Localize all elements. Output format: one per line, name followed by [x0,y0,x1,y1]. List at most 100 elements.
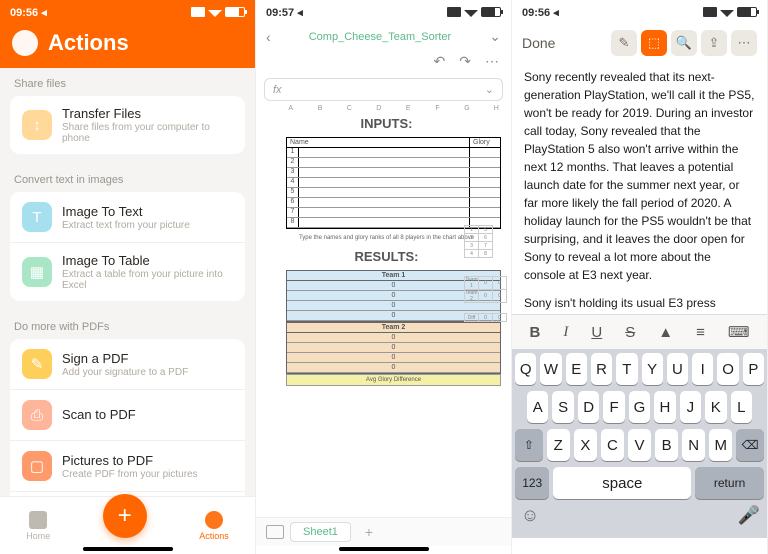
key-o[interactable]: O [717,353,738,385]
item-sub: Extract text from your picture [62,220,190,231]
formula-bar[interactable]: fx ⌄ [264,78,503,101]
key-l[interactable]: L [731,391,752,423]
item-icon: ▦ [22,257,52,287]
add-button[interactable]: + [103,494,147,538]
nav-actions[interactable]: Actions [199,511,229,541]
action-item[interactable]: ⎙Scan to PDF [10,389,245,440]
fx-label: fx [273,84,282,96]
emoji-key[interactable]: ☺ [515,505,545,526]
key-a[interactable]: A [527,391,548,423]
format-bar: B I U S ▲ ≡ ⌨ [512,314,767,349]
key-x[interactable]: X [574,429,597,461]
key-e[interactable]: E [566,353,587,385]
section-header: Share files [0,68,255,96]
underline-button[interactable]: U [591,324,602,341]
avatar[interactable] [12,30,38,56]
table-row[interactable]: 5 [287,188,500,198]
status-icons [191,7,245,17]
paragraph[interactable]: Sony isn't holding its usual E3 press co… [524,294,755,314]
delete-key[interactable]: ⌫ [736,429,764,461]
key-c[interactable]: C [601,429,624,461]
key-g[interactable]: G [629,391,650,423]
italic-button[interactable]: I [563,324,568,341]
action-item[interactable]: TImage To TextExtract text from your pic… [10,192,245,242]
shift-key[interactable]: ⇧ [515,429,543,461]
item-icon: T [22,202,52,232]
bold-button[interactable]: B [530,324,541,341]
bottom-nav: Home + Actions [0,496,255,554]
return-key[interactable]: return [695,467,764,499]
sheet-tab[interactable]: Sheet1 [290,522,351,542]
sheet-grid[interactable]: ABCDEFGH INPUTS: NameGlory 12345678 Type… [256,105,511,485]
card: ↕Transfer FilesShare files from your com… [10,96,245,154]
time: 09:57 ◂ [266,6,303,19]
action-item[interactable]: ▦Image To TableExtract a table from your… [10,242,245,301]
add-sheet-button[interactable]: + [357,522,381,542]
time: 09:56 ◂ [522,6,559,19]
table-row[interactable]: 4 [287,178,500,188]
chevron-down-icon[interactable]: ⌄ [485,83,494,96]
key-n[interactable]: N [682,429,705,461]
select-icon[interactable]: ⬚ [641,30,667,56]
key-z[interactable]: Z [547,429,570,461]
text-body[interactable]: Sony recently revealed that its next-gen… [512,62,767,314]
side-summary: 15263748 Team 100Team 200 Diff00 [464,225,507,322]
more-icon[interactable]: ⋯ [731,30,757,56]
done-button[interactable]: Done [522,35,555,51]
key-k[interactable]: K [705,391,726,423]
editor-pane: 09:56 ◂ Done ✎ ⬚ 🔍 ⇪ ⋯ Sony recently rev… [512,0,768,554]
key-w[interactable]: W [540,353,561,385]
redo-icon[interactable]: ↷ [459,53,471,70]
table-row[interactable]: 1 [287,148,500,158]
sheets-icon[interactable] [266,525,284,539]
keyboard-hide-icon[interactable]: ⌨ [728,323,750,341]
home-icon [29,511,47,529]
table-row[interactable]: 3 [287,168,500,178]
key-v[interactable]: V [628,429,651,461]
actions-icon [205,511,223,529]
key-b[interactable]: B [655,429,678,461]
item-sub: Create PDF from your pictures [62,469,198,480]
key-t[interactable]: T [616,353,637,385]
filename[interactable]: Comp_Cheese_Team_Sorter [271,31,490,43]
edit-icon[interactable]: ✎ [611,30,637,56]
paragraph[interactable]: Sony recently revealed that its next-gen… [524,68,755,284]
table-row[interactable]: 7 [287,208,500,218]
key-s[interactable]: S [552,391,573,423]
chevron-down-icon[interactable]: ⌄ [489,28,501,45]
key-f[interactable]: F [603,391,624,423]
share-icon[interactable]: ⇪ [701,30,727,56]
key-q[interactable]: Q [515,353,536,385]
nav-home[interactable]: Home [26,511,50,541]
home-indicator [339,547,429,551]
numbers-key[interactable]: 123 [515,467,549,499]
status-bar: 09:56 ◂ [0,0,255,24]
format-menu-icon[interactable]: ≡ [696,324,705,341]
undo-icon[interactable]: ↶ [434,53,446,70]
key-h[interactable]: H [654,391,675,423]
key-r[interactable]: R [591,353,612,385]
strike-button[interactable]: S [625,324,635,341]
table-row[interactable]: 2 [287,158,500,168]
menu-icon[interactable]: ⋯ [485,53,499,70]
key-m[interactable]: M [709,429,732,461]
signal-icon [447,7,461,17]
item-title: Sign a PDF [62,351,188,366]
key-j[interactable]: J [680,391,701,423]
key-d[interactable]: D [578,391,599,423]
key-u[interactable]: U [667,353,688,385]
space-key[interactable]: space [553,467,691,499]
inputs-table[interactable]: NameGlory 12345678 [286,137,501,229]
table-row[interactable]: 6 [287,198,500,208]
action-item[interactable]: ✎Sign a PDFAdd your signature to a PDF [10,339,245,389]
search-icon[interactable]: 🔍 [671,30,697,56]
item-sub: Extract a table from your picture into E… [62,269,233,291]
action-item[interactable]: ▢Pictures to PDFCreate PDF from your pic… [10,440,245,491]
key-p[interactable]: P [743,353,764,385]
sheet-tabs: Sheet1 + [256,517,511,546]
action-item[interactable]: ↕Transfer FilesShare files from your com… [10,96,245,154]
mic-key[interactable]: 🎤 [734,505,764,526]
key-i[interactable]: I [692,353,713,385]
key-y[interactable]: Y [642,353,663,385]
highlight-icon[interactable]: ▲ [658,324,673,341]
